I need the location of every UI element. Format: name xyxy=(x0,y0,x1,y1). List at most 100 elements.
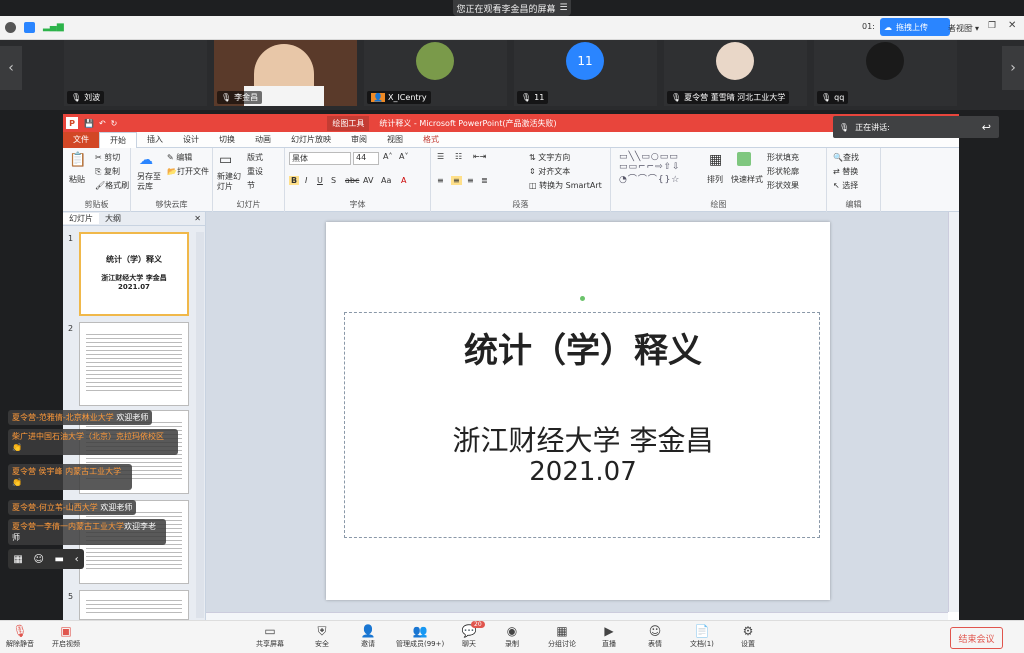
tab-insert[interactable]: 插入 xyxy=(137,132,173,148)
participant-tile[interactable]: 🎙 qq xyxy=(814,40,957,106)
section-button[interactable]: 节 xyxy=(247,180,255,191)
text-box-selection[interactable]: 统计（学）释义 浙江财经大学 李金昌 2021.07 xyxy=(344,312,820,538)
tab-file[interactable]: 文件 xyxy=(63,131,99,148)
slide-date[interactable]: 2021.07 xyxy=(345,457,821,487)
new-slide-button[interactable]: 新建幻灯片 xyxy=(217,172,245,192)
indent-icon[interactable]: ⇤⇥ xyxy=(473,152,486,161)
text-direction-button[interactable]: ⇅ 文字方向 xyxy=(529,152,570,163)
italic-button[interactable]: I xyxy=(305,176,307,185)
reset-button[interactable]: 重设 xyxy=(247,166,263,177)
banner-menu-icon[interactable]: ☰ xyxy=(559,3,567,13)
tab-format[interactable]: 格式 xyxy=(413,132,449,148)
open-file-button[interactable]: 📂打开文件 xyxy=(167,166,209,177)
invite-button[interactable]: 👤 邀请 xyxy=(360,623,376,649)
manage-members-button[interactable]: 👥 管理成员(99+) xyxy=(396,623,444,649)
participant-tile[interactable]: 11 🎙 11 xyxy=(514,40,657,106)
font-name-select[interactable]: 黑体 xyxy=(289,152,351,165)
start-video-button[interactable]: ▣ 开启视频 xyxy=(52,623,80,649)
shape-fill-button[interactable]: 形状填充 xyxy=(767,152,799,163)
collapse-icon[interactable]: ↩ xyxy=(982,121,991,134)
align-left-icon[interactable]: ≡ xyxy=(437,176,444,185)
emoji-icon[interactable]: ☺ xyxy=(33,554,43,565)
notes-pane[interactable] xyxy=(206,612,948,620)
align-center-icon[interactable]: ≡ xyxy=(451,176,462,185)
participant-tile[interactable]: 🎙 李金昌 xyxy=(214,40,357,106)
participant-tile[interactable]: 👤 X_ICentry xyxy=(364,40,507,106)
justify-icon[interactable]: ≣ xyxy=(481,176,488,185)
cut-button[interactable]: ✂ 剪切 xyxy=(95,152,120,163)
tab-animations[interactable]: 动画 xyxy=(245,132,281,148)
maximize-icon[interactable]: ❐ xyxy=(988,21,996,31)
undo-icon[interactable]: ↶ xyxy=(99,119,106,128)
tab-home[interactable]: 开始 xyxy=(99,131,137,148)
tab-review[interactable]: 审阅 xyxy=(341,132,377,148)
shape-outline-button[interactable]: 形状轮廓 xyxy=(767,166,799,177)
tab-design[interactable]: 设计 xyxy=(173,132,209,148)
align-text-button[interactable]: ⇕ 对齐文本 xyxy=(529,166,570,177)
smartart-button[interactable]: ◫ 转换为 SmartArt xyxy=(529,180,602,191)
documents-button[interactable]: 📄 文档(1) xyxy=(690,623,714,649)
thumbnail-scrollbar[interactable] xyxy=(196,232,204,618)
signal-icon[interactable]: ▂▄▆ xyxy=(43,22,64,33)
drag-upload-button[interactable]: ☁ 拖拽上传 xyxy=(880,18,950,36)
rotate-handle[interactable] xyxy=(580,296,585,301)
save-to-cloud-button[interactable]: 另存至云库 xyxy=(137,172,167,192)
strip-next-button[interactable]: › xyxy=(1002,46,1024,90)
tab-slides[interactable]: 幻灯片 xyxy=(63,213,99,224)
font-shrink-icon[interactable]: A˅ xyxy=(399,152,408,161)
tab-transitions[interactable]: 切换 xyxy=(209,132,245,148)
participant-tile[interactable]: 🎙 夏令营 董雪晴 河北工业大学 xyxy=(664,40,807,106)
slide-title[interactable]: 统计（学）释义 xyxy=(345,323,821,372)
breakout-button[interactable]: ▦ 分组讨论 xyxy=(548,623,576,649)
reactions-button[interactable]: ☺ 表情 xyxy=(647,623,663,649)
current-slide[interactable]: 统计（学）释义 浙江财经大学 李金昌 2021.07 xyxy=(326,222,830,600)
layout-button[interactable]: 版式 xyxy=(247,152,263,163)
strikethrough-button[interactable]: abc xyxy=(345,176,359,185)
unmute-button[interactable]: 🎙 解除静音 xyxy=(6,623,34,649)
font-size-select[interactable]: 44 xyxy=(353,152,379,165)
shadow-button[interactable]: S xyxy=(331,176,336,185)
participant-tile[interactable]: 🎙 刘波 xyxy=(64,40,207,106)
save-icon[interactable]: 💾 xyxy=(84,119,94,128)
redo-icon[interactable]: ↻ xyxy=(111,119,118,128)
close-icon[interactable]: ✕ xyxy=(1008,20,1016,31)
numbering-icon[interactable]: ☷ xyxy=(455,152,462,161)
bold-button[interactable]: B xyxy=(289,176,300,185)
shield-icon[interactable] xyxy=(24,22,35,33)
minimize-icon[interactable]: – xyxy=(968,21,973,32)
tab-view[interactable]: 视图 xyxy=(377,132,413,148)
slide-thumbnail[interactable]: 统计（学）释义 浙江财经大学 李金昌 2021.07 xyxy=(79,232,189,316)
live-button[interactable]: ▶ 直播 xyxy=(601,623,617,649)
slide-author[interactable]: 浙江财经大学 李金昌 xyxy=(345,419,821,459)
close-icon[interactable]: ✕ xyxy=(194,214,201,223)
font-grow-icon[interactable]: A˄ xyxy=(383,152,392,161)
record-button[interactable]: ◉ 录制 xyxy=(504,623,520,649)
tab-slideshow[interactable]: 幻灯片放映 xyxy=(281,132,341,148)
canvas-scrollbar[interactable] xyxy=(948,212,959,612)
align-right-icon[interactable]: ≡ xyxy=(467,176,474,185)
end-meeting-button[interactable]: 结束会议 xyxy=(950,627,1003,649)
strip-prev-button[interactable]: ‹ xyxy=(0,46,22,90)
underline-button[interactable]: U xyxy=(317,176,323,185)
shape-effects-button[interactable]: 形状效果 xyxy=(767,180,799,191)
paste-icon[interactable]: 📋 xyxy=(69,152,86,168)
edit-button[interactable]: ✎ 编辑 xyxy=(167,152,192,163)
share-screen-button[interactable]: ▭ 共享屏幕 xyxy=(256,623,284,649)
replace-button[interactable]: ⇄ 替换 xyxy=(833,166,858,177)
select-button[interactable]: ↖ 选择 xyxy=(833,180,858,191)
find-button[interactable]: 🔍查找 xyxy=(833,152,859,163)
spacing-button[interactable]: AV xyxy=(363,176,373,185)
slide-thumbnail[interactable] xyxy=(79,322,189,406)
paste-button[interactable]: 粘贴 xyxy=(69,174,85,185)
grid-icon[interactable]: ▦ xyxy=(13,554,22,565)
chevron-left-icon[interactable]: ‹ xyxy=(75,554,79,565)
change-case-button[interactable]: Aa xyxy=(381,176,391,185)
font-color-button[interactable]: A xyxy=(401,176,406,185)
chat-button[interactable]: 💬 聊天 20 xyxy=(461,621,485,649)
chat-icon[interactable]: ▬ xyxy=(55,554,64,565)
format-painter-button[interactable]: 🖌格式刷 xyxy=(95,180,129,191)
quick-styles-button[interactable]: 快速样式 xyxy=(731,174,763,185)
copy-button[interactable]: ⎘ 复制 xyxy=(95,166,120,177)
info-icon[interactable] xyxy=(5,22,16,33)
security-button[interactable]: ⛨ 安全 xyxy=(314,623,330,649)
